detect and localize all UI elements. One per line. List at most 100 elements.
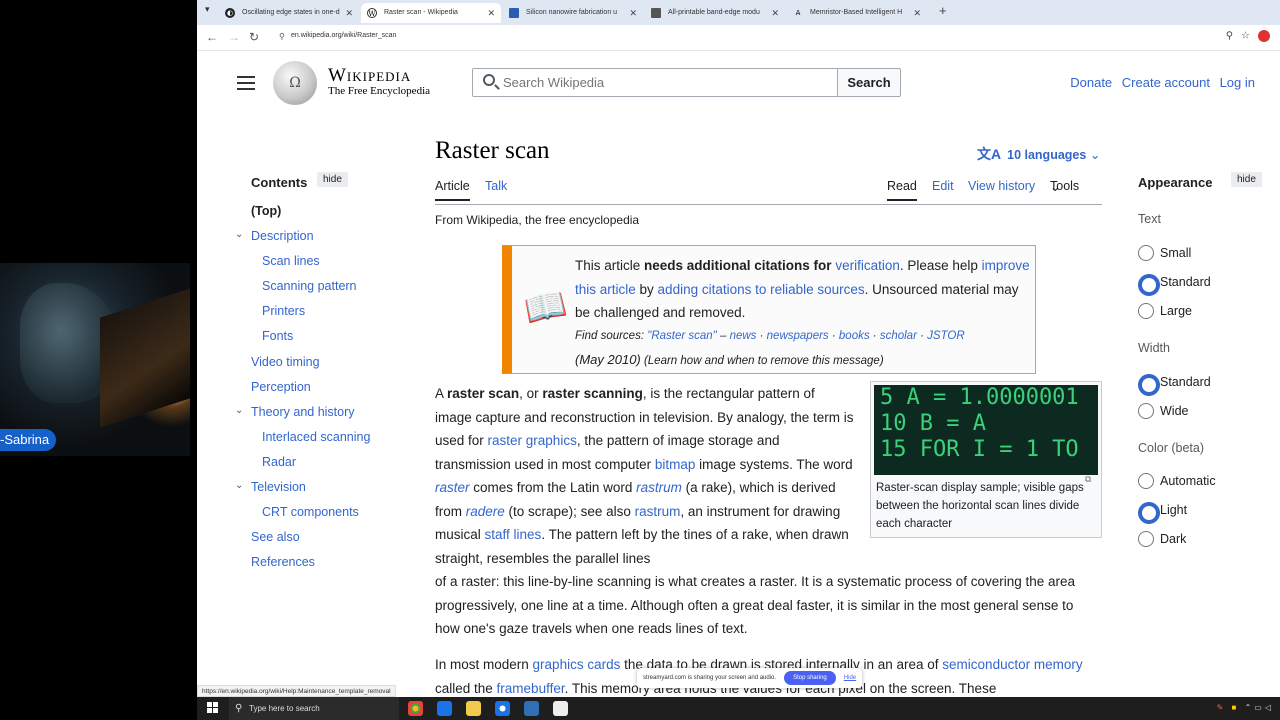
bookmark-star-icon[interactable]: ☆ (1241, 31, 1258, 42)
bitmap-link[interactable]: bitmap (655, 457, 696, 472)
rastrum-link[interactable]: rastrum (635, 504, 681, 519)
enlarge-icon[interactable]: ⧉ (1085, 474, 1091, 485)
create-account-link[interactable]: Create account (1122, 75, 1210, 90)
tab-search-chevron-icon[interactable]: ▾ (205, 4, 210, 15)
adding-citations-link[interactable]: adding citations to reliable sources (658, 282, 865, 297)
rastrum-wiktionary-link[interactable]: rastrum (636, 480, 682, 495)
reload-icon[interactable]: ↻ (249, 30, 259, 44)
raster-wiktionary-link[interactable]: raster (435, 480, 470, 495)
tray-app-icon[interactable]: ■ (1232, 703, 1240, 712)
scholar-link[interactable]: scholar (880, 330, 917, 342)
address-bar[interactable]: ⚲ en.wikipedia.org/wiki/Raster_scan (275, 29, 1275, 47)
toc-collapse-chevron-icon[interactable]: ⌄ (235, 476, 243, 496)
radio-text-large[interactable]: Large (1138, 303, 1192, 319)
forward-arrow-icon[interactable]: → (228, 30, 240, 44)
zoom-icon[interactable]: ⚲ (1226, 31, 1241, 42)
raster-display-image[interactable]: 5 A = 1.0000001 10 B = A 15 FOR I = 1 TO (874, 385, 1098, 475)
toc-item[interactable]: CRT components (251, 502, 421, 527)
log-in-link[interactable]: Log in (1220, 75, 1255, 90)
radio-text-small[interactable]: Small (1138, 245, 1191, 261)
windows-start-icon[interactable] (207, 702, 218, 713)
toc-item[interactable]: See also (251, 527, 421, 552)
close-tab-icon[interactable]: ✕ (629, 3, 637, 23)
raster-graphics-link[interactable]: raster graphics (488, 433, 577, 448)
toc-item[interactable]: ⌄ Theory and history (235, 402, 421, 427)
toc-item[interactable]: Video timing (251, 352, 421, 377)
semiconductor-memory-link[interactable]: semiconductor memory (942, 657, 1082, 672)
participant-name-badge: -Sabrina (0, 429, 57, 451)
browser-tab[interactable]: A Memristor-Based Intelligent H ✕ (787, 3, 927, 23)
wikipedia-globe-logo[interactable]: Ω (273, 61, 317, 105)
toc-item[interactable]: Scanning pattern (251, 276, 421, 301)
donate-link[interactable]: Donate (1070, 75, 1112, 90)
browser-tab[interactable]: ◐ Oscillating edge states in one-d ✕ (219, 3, 359, 23)
toc-item[interactable]: Interlaced scanning (251, 427, 421, 452)
appearance-hide-button[interactable]: hide (1231, 172, 1262, 187)
tab-article[interactable]: Article (435, 179, 470, 201)
toc-item[interactable]: Printers (251, 301, 421, 326)
app-tray-icon[interactable]: ✎ (1217, 703, 1227, 712)
chrome-icon[interactable] (408, 701, 423, 716)
browser-tab-active[interactable]: W Raster scan - Wikipedia ✕ (361, 3, 501, 23)
learn-remove-link[interactable]: (Learn how and when to remove this messa… (644, 355, 884, 367)
jstor-link[interactable]: JSTOR (927, 330, 965, 342)
radio-color-automatic[interactable]: Automatic (1138, 473, 1216, 489)
hide-share-bar-button[interactable]: Hide (844, 675, 856, 681)
close-tab-icon[interactable]: ✕ (771, 3, 779, 23)
back-arrow-icon[interactable]: ← (206, 30, 218, 44)
toc-item[interactable]: ⌄ Television (235, 477, 421, 502)
newspapers-link[interactable]: newspapers (767, 330, 829, 342)
tab-read[interactable]: Read (887, 179, 917, 201)
edge-icon[interactable] (437, 701, 452, 716)
graphics-cards-link[interactable]: graphics cards (533, 657, 621, 672)
notepad-icon[interactable] (553, 701, 568, 716)
show-hidden-icons-chevron-icon[interactable]: ⌃ (1245, 703, 1255, 712)
close-tab-icon[interactable]: ✕ (487, 3, 495, 23)
toc-collapse-chevron-icon[interactable]: ⌄ (235, 401, 243, 421)
toc-item[interactable]: References (251, 552, 421, 577)
toc-item[interactable]: Fonts (251, 326, 421, 351)
radio-width-wide[interactable]: Wide (1138, 403, 1188, 419)
stop-sharing-button[interactable]: Stop sharing (784, 671, 836, 685)
volume-icon[interactable]: ◁ (1265, 703, 1274, 712)
radio-width-standard[interactable]: Standard (1138, 374, 1211, 396)
document-app-icon[interactable] (524, 701, 539, 716)
toc-item[interactable]: (Top) (251, 201, 421, 226)
close-tab-icon[interactable]: ✕ (913, 3, 921, 23)
framebuffer-link[interactable]: framebuffer (497, 681, 565, 696)
toc-collapse-chevron-icon[interactable]: ⌄ (235, 225, 243, 245)
radio-color-dark[interactable]: Dark (1138, 531, 1186, 547)
new-tab-button[interactable]: + (939, 3, 947, 18)
radio-color-light[interactable]: Light (1138, 502, 1187, 524)
toc-item[interactable]: Scan lines (251, 251, 421, 276)
browser-app-icon[interactable] (495, 701, 510, 716)
file-explorer-icon[interactable] (466, 701, 481, 716)
toc-hide-button[interactable]: hide (317, 172, 348, 187)
network-icon[interactable]: ▭ (1254, 703, 1265, 712)
search-box[interactable] (472, 68, 838, 97)
search-button[interactable]: Search (837, 68, 901, 97)
toc-item[interactable]: Perception (251, 377, 421, 402)
radere-wiktionary-link[interactable]: radere (466, 504, 505, 519)
tab-edit[interactable]: Edit (932, 179, 954, 193)
search-input[interactable] (503, 69, 833, 96)
main-menu-hamburger-icon[interactable] (237, 76, 255, 90)
profile-avatar[interactable] (1258, 30, 1270, 42)
browser-tab[interactable]: Silicon nanowire fabrication u ✕ (503, 3, 643, 23)
language-selector[interactable]: 文A 10 languages ⌄ (977, 144, 1100, 164)
toc-item[interactable]: ⌄ Description (235, 226, 421, 251)
news-link[interactable]: news (730, 330, 757, 342)
close-tab-icon[interactable]: ✕ (345, 3, 353, 23)
site-info-icon[interactable]: ⚲ (279, 32, 285, 41)
radio-text-standard[interactable]: Standard (1138, 274, 1211, 296)
verification-link[interactable]: verification (835, 258, 900, 273)
wikipedia-wordmark[interactable]: Wikipedia (328, 65, 411, 87)
staff-lines-link[interactable]: staff lines (485, 527, 542, 542)
tab-view-history[interactable]: View history (968, 179, 1035, 193)
browser-tab[interactable]: All-printable band-edge modu ✕ (645, 3, 785, 23)
find-query-link[interactable]: "Raster scan" (647, 330, 717, 342)
books-link[interactable]: books (839, 330, 870, 342)
taskbar-search[interactable]: ⚲ Type here to search (229, 697, 399, 720)
tab-talk[interactable]: Talk (485, 179, 507, 193)
toc-item[interactable]: Radar (251, 452, 421, 477)
